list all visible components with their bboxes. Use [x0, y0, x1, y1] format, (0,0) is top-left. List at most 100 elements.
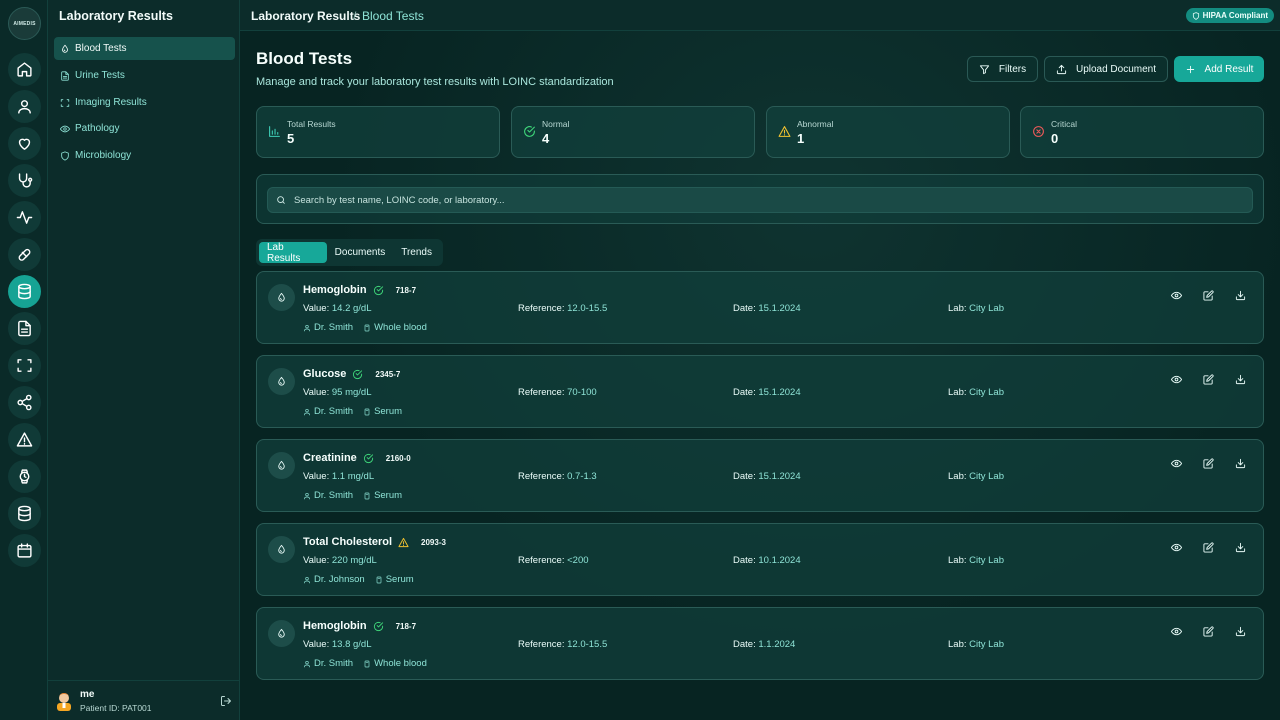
result-name: Hemoglobin [303, 284, 367, 296]
check-circle-icon [373, 621, 384, 632]
patient-id: Patient ID: PAT001 [80, 703, 152, 713]
reference-label: Reference: [518, 471, 565, 482]
download-icon[interactable] [1233, 624, 1247, 638]
user-icon[interactable] [8, 90, 41, 123]
stat-label: Critical [1051, 119, 1077, 129]
heart-icon[interactable] [8, 127, 41, 160]
tab-documents[interactable]: Documents [327, 242, 394, 263]
activity-icon[interactable] [8, 201, 41, 234]
page-title: Blood Tests [256, 49, 353, 68]
loinc-code: 718-7 [395, 621, 417, 631]
result-meta: Dr. Smith Whole blood [303, 322, 427, 333]
upload-button-label: Upload Document [1075, 63, 1157, 75]
check-circle-icon [373, 285, 384, 296]
watch-icon[interactable] [8, 460, 41, 493]
tab-trends[interactable]: Trends [393, 242, 440, 263]
database-icon[interactable] [8, 497, 41, 530]
result-title-row: Glucose 2345-7 [303, 368, 400, 380]
result-lab: Lab: City Lab [948, 471, 1004, 482]
download-icon[interactable] [1233, 540, 1247, 554]
result-meta: Dr. Smith Serum [303, 490, 402, 501]
result-lab: Lab: City Lab [948, 387, 1004, 398]
breadcrumb-root[interactable]: Laboratory Results [251, 9, 360, 23]
database-icon[interactable] [8, 275, 41, 308]
doctor-name: Dr. Johnson [314, 574, 365, 585]
view-icon[interactable] [1169, 540, 1183, 554]
avatar[interactable] [54, 689, 74, 711]
sidebar-item-imaging-results[interactable]: Imaging Results [54, 91, 235, 114]
lab-text: City Lab [969, 555, 1004, 566]
reference-label: Reference: [518, 555, 565, 566]
edit-icon[interactable] [1201, 624, 1215, 638]
download-icon[interactable] [1233, 456, 1247, 470]
result-meta: Dr. Smith Serum [303, 406, 402, 417]
result-card[interactable]: Creatinine 2160-0 Value: 1.1 mg/dL Dr. Smit… [256, 439, 1264, 512]
result-title-row: Creatinine 2160-0 [303, 452, 411, 464]
sidebar-item-label: Imaging Results [75, 97, 147, 108]
app-logo[interactable]: AIMEDIS [8, 7, 41, 40]
scan-icon[interactable] [8, 349, 41, 382]
hipaa-badge-label: HIPAA Compliant [1202, 11, 1268, 20]
view-icon[interactable] [1169, 624, 1183, 638]
check-circle-icon [523, 125, 536, 138]
result-card[interactable]: Hemoglobin 718-7 Value: 14.2 g/dL Dr. Smith… [256, 271, 1264, 344]
calendar-icon[interactable] [8, 534, 41, 567]
add-result-button[interactable]: Add Result [1174, 56, 1264, 82]
edit-icon[interactable] [1201, 540, 1215, 554]
alert-triangle-icon[interactable] [8, 423, 41, 456]
result-date: Date: 15.1.2024 [733, 303, 801, 314]
home-icon[interactable] [8, 53, 41, 86]
specimen-type: Serum [385, 574, 414, 585]
sidebar: Laboratory Results Blood Tests Urine Tes… [48, 0, 240, 720]
download-icon[interactable] [1233, 288, 1247, 302]
upload-document-button[interactable]: Upload Document [1044, 56, 1168, 82]
search-input[interactable] [294, 194, 1252, 206]
filters-button[interactable]: Filters [967, 56, 1038, 82]
sidebar-item-microbiology[interactable]: Microbiology [54, 144, 235, 167]
sidebar-item-label: Microbiology [75, 150, 132, 161]
search-box[interactable] [267, 187, 1253, 213]
result-card[interactable]: Glucose 2345-7 Value: 95 mg/dL Dr. Smith Ser… [256, 355, 1264, 428]
lab-label: Lab: [948, 471, 967, 482]
sidebar-item-urine-tests[interactable]: Urine Tests [54, 64, 235, 87]
user-icon [303, 324, 311, 332]
result-card[interactable]: Total Cholesterol 2093-3 Value: 220 mg/dL D… [256, 523, 1264, 596]
stethoscope-icon[interactable] [8, 164, 41, 197]
tab-lab-results[interactable]: Lab Results [259, 242, 327, 264]
blood-drop-icon [268, 368, 295, 395]
edit-icon[interactable] [1201, 456, 1215, 470]
sidebar-item-label: Blood Tests [75, 43, 127, 54]
result-card[interactable]: Hemoglobin 718-7 Value: 13.8 g/dL Dr. Smith… [256, 607, 1264, 680]
loinc-code: 2093-3 [421, 537, 446, 547]
doctor-name: Dr. Smith [314, 322, 354, 333]
view-icon[interactable] [1169, 372, 1183, 386]
check-circle-icon [352, 369, 363, 380]
date-label: Date: [733, 555, 756, 566]
share-icon[interactable] [8, 386, 41, 419]
shield-icon [1192, 11, 1200, 20]
top-bar: Laboratory Results / Blood Tests HIPAA C… [240, 0, 1280, 31]
sidebar-item-pathology[interactable]: Pathology [54, 117, 235, 140]
upload-icon [1056, 64, 1067, 75]
icon-rail: AIMEDIS [0, 0, 48, 720]
breadcrumb-separator: / [353, 9, 357, 23]
date-text: 10.1.2024 [758, 555, 801, 566]
pill-icon[interactable] [8, 238, 41, 271]
view-icon[interactable] [1169, 288, 1183, 302]
warning-icon [778, 125, 791, 138]
sidebar-item-blood-tests[interactable]: Blood Tests [54, 37, 235, 60]
specimen-type: Whole blood [374, 658, 427, 669]
download-icon[interactable] [1233, 372, 1247, 386]
value-label: Value: [303, 303, 330, 314]
stat-card-normal: Normal 4 [511, 106, 755, 158]
result-title-row: Total Cholesterol 2093-3 [303, 536, 446, 548]
edit-icon[interactable] [1201, 288, 1215, 302]
reference-text: 12.0-15.5 [567, 303, 608, 314]
loinc-code: 718-7 [395, 285, 417, 295]
document-icon[interactable] [8, 312, 41, 345]
logout-icon[interactable] [220, 695, 232, 707]
result-value: Value: 1.1 mg/dL [303, 471, 374, 482]
eye-icon [60, 124, 70, 134]
edit-icon[interactable] [1201, 372, 1215, 386]
view-icon[interactable] [1169, 456, 1183, 470]
